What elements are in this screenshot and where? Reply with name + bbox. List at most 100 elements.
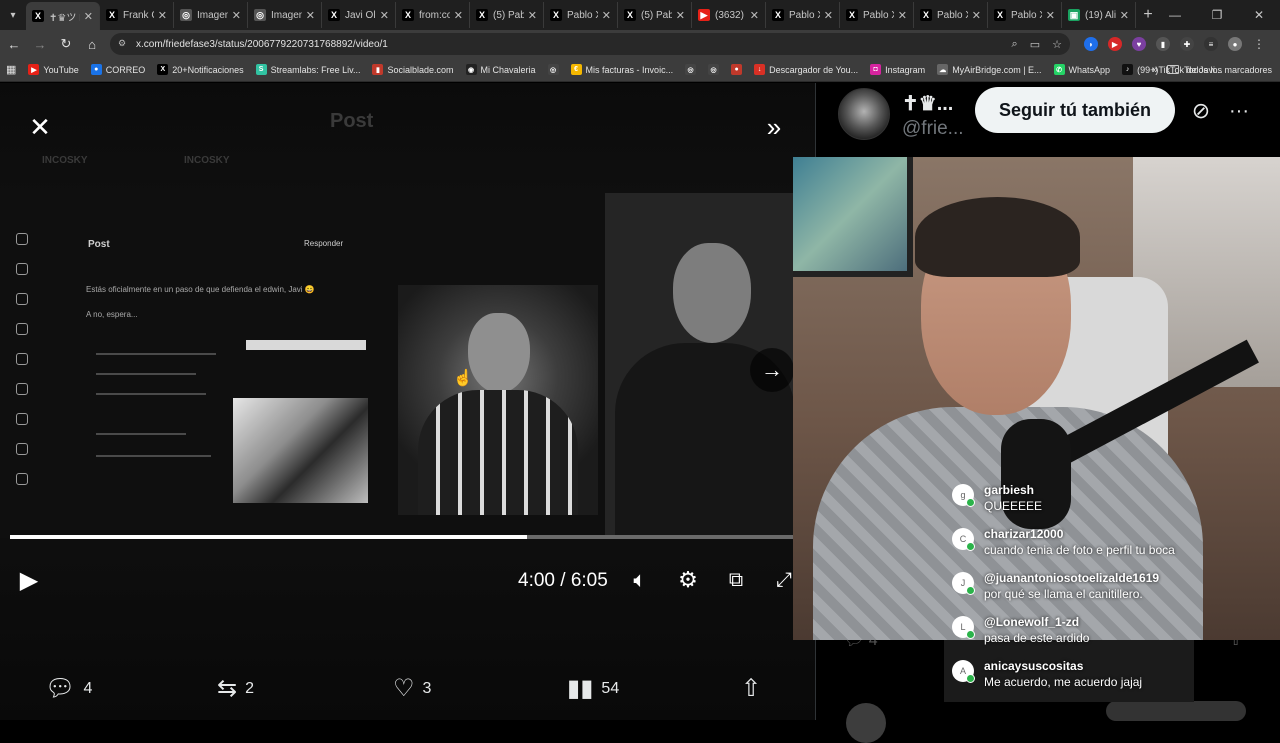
extension-1-icon[interactable]: ◗ xyxy=(1084,37,1098,51)
browser-tab[interactable]: ▶ (3632) ✕ xyxy=(692,2,766,28)
tab-close-icon[interactable]: ✕ xyxy=(1046,9,1055,22)
bookmark-item[interactable]: S Streamlabs: Free Liv... xyxy=(255,64,360,75)
home-icon[interactable]: ⌂ xyxy=(80,32,104,56)
bookmark-star-icon[interactable]: ☆ xyxy=(1052,38,1062,51)
like-count: 3 xyxy=(422,679,432,697)
reading-list-icon[interactable]: ≡ xyxy=(1204,37,1218,51)
tab-close-icon[interactable]: ✕ xyxy=(824,9,833,22)
extensions-puzzle-icon[interactable]: ✚ xyxy=(1180,37,1194,51)
volume-icon[interactable]: 🔈︎ xyxy=(625,566,655,594)
browser-tab[interactable]: X Pablo X ✕ xyxy=(914,2,988,28)
tab-close-icon[interactable]: ✕ xyxy=(380,9,389,22)
all-bookmarks-button[interactable]: Todos los marcadores xyxy=(1166,65,1272,75)
chat-message: L @Lonewolf_1-zd pasa de este ardido xyxy=(944,612,1194,652)
url-text: x.com/friedefase3/status/200677922073176… xyxy=(136,38,388,50)
close-media-button[interactable]: ✕ xyxy=(22,109,58,145)
zoom-icon[interactable]: ⌕ xyxy=(1012,38,1018,51)
play-icon[interactable]: ▶ xyxy=(14,565,44,595)
browser-tab[interactable]: X (5) Pab ✕ xyxy=(470,2,544,28)
ghost-brand-2: INCOSKY xyxy=(184,155,230,166)
profile-handle[interactable]: @frie... xyxy=(902,118,964,140)
reply-avatar[interactable] xyxy=(846,703,886,743)
avatar[interactable] xyxy=(838,88,890,140)
reply-button[interactable]: 💬︎ 4 xyxy=(45,674,92,703)
tab-close-icon[interactable]: ✕ xyxy=(972,9,981,22)
bookmark-item[interactable]: ● CORREO xyxy=(90,64,145,75)
bookmark-favicon-icon: ◎ xyxy=(547,64,559,75)
browser-tab[interactable]: X Pablo X ✕ xyxy=(766,2,840,28)
tab-search-icon[interactable]: ▾ xyxy=(0,0,26,30)
browser-tab[interactable]: ◎ Imagen ✕ xyxy=(174,2,248,28)
expand-panel-button[interactable]: » xyxy=(756,109,792,145)
site-info-icon[interactable]: ⚙ xyxy=(118,38,130,50)
bookmark-item[interactable]: ▶ YouTube xyxy=(28,64,79,75)
extension-3-icon[interactable]: ♥ xyxy=(1132,37,1146,51)
bookmark-item[interactable]: ◎ xyxy=(685,64,700,75)
browser-tab[interactable]: X Pablo X ✕ xyxy=(544,2,618,28)
video-text-line-2: A no, espera... xyxy=(86,310,138,319)
bookmark-item[interactable]: X 20+Notificaciones xyxy=(157,64,244,75)
profile-avatar-icon[interactable]: ● xyxy=(1228,37,1242,51)
next-media-button[interactable]: → xyxy=(750,348,794,392)
browser-tab[interactable]: X Frank C ✕ xyxy=(100,2,174,28)
cast-icon[interactable]: ▭ xyxy=(1030,38,1040,51)
browser-tab[interactable]: X ✝♛ツ F ✕ xyxy=(26,2,100,30)
like-button[interactable]: ♡ 3 xyxy=(393,674,431,703)
apps-grid-icon[interactable]: ▦ xyxy=(6,63,16,76)
address-bar[interactable]: ⚙ x.com/friedefase3/status/2006779220731… xyxy=(110,33,1070,55)
tab-label: Pablo X xyxy=(937,9,968,21)
close-window-icon[interactable]: ✕ xyxy=(1238,0,1280,30)
browser-tab[interactable]: X Pablo X ✕ xyxy=(840,2,914,28)
back-icon[interactable]: ← xyxy=(2,32,26,56)
bookmark-item[interactable]: ● xyxy=(731,64,746,75)
tab-close-icon[interactable]: ✕ xyxy=(454,9,463,22)
bookmark-item[interactable]: ◉ Mi Chavaleria xyxy=(465,64,536,75)
bookmark-item[interactable]: ☁ MyAirBridge.com | E... xyxy=(937,64,1042,75)
tab-close-icon[interactable]: ✕ xyxy=(84,10,93,23)
settings-gear-icon[interactable]: ⚙ xyxy=(674,566,702,594)
tab-close-icon[interactable]: ✕ xyxy=(898,9,907,22)
repost-button[interactable]: ⇆ 2 xyxy=(217,674,254,703)
restore-icon[interactable]: ❐ xyxy=(1196,0,1238,30)
tab-close-icon[interactable]: ✕ xyxy=(306,9,315,22)
reload-icon[interactable]: ↻ xyxy=(54,32,78,56)
browser-tab[interactable]: X (5) Pab ✕ xyxy=(618,2,692,28)
browser-menu-icon[interactable]: ⋮ xyxy=(1252,37,1266,51)
bookmark-label: 20+Notificaciones xyxy=(172,64,244,75)
tab-close-icon[interactable]: ✕ xyxy=(676,9,685,22)
browser-tab[interactable]: X Pablo X ✕ xyxy=(988,2,1062,28)
profile-name[interactable]: ✝♛... xyxy=(902,91,953,116)
bookmark-item[interactable]: € Mis facturas - Invoic... xyxy=(570,64,673,75)
browser-tab[interactable]: ▣ (19) Ali ✕ xyxy=(1062,2,1136,28)
extension-4-icon[interactable]: ▮ xyxy=(1156,37,1170,51)
share-button[interactable]: ⇧ xyxy=(741,674,769,703)
extension-2-icon[interactable]: ▶ xyxy=(1108,37,1122,51)
tab-close-icon[interactable]: ✕ xyxy=(750,9,759,22)
tab-close-icon[interactable]: ✕ xyxy=(602,9,611,22)
tab-close-icon[interactable]: ✕ xyxy=(1120,9,1129,22)
browser-tab[interactable]: X Javi Oli ✕ xyxy=(322,2,396,28)
reply-button-pill[interactable] xyxy=(1106,701,1246,721)
minimize-icon[interactable]: — xyxy=(1154,0,1196,30)
bookmark-item[interactable]: ▮ Socialblade.com xyxy=(372,64,454,75)
browser-tab[interactable]: ◎ Imagen ✕ xyxy=(248,2,322,28)
bookmark-item[interactable]: ✆ WhatsApp xyxy=(1053,64,1110,75)
bookmark-item[interactable]: ◎ xyxy=(547,64,563,75)
forward-icon[interactable]: → xyxy=(28,32,52,56)
views-button[interactable]: ▮▮ 54 xyxy=(567,674,619,703)
share-icon: ⇧ xyxy=(741,675,762,702)
tab-close-icon[interactable]: ✕ xyxy=(158,9,167,22)
bookmark-item[interactable]: ◎ xyxy=(708,64,723,75)
follow-button[interactable]: Seguir tú también xyxy=(975,87,1175,133)
bookmark-item[interactable]: ◘ Instagram xyxy=(870,64,925,75)
bookmark-item[interactable]: ↓ Descargador de You... xyxy=(754,64,858,75)
video-frame[interactable]: Post Responder Estás oficialmente en un … xyxy=(0,193,800,538)
video-progress-bar[interactable] xyxy=(10,535,793,539)
bookmarks-more-icon[interactable]: » xyxy=(1152,64,1158,76)
tab-close-icon[interactable]: ✕ xyxy=(232,9,241,22)
picture-in-picture-icon[interactable]: ⧉ xyxy=(722,566,750,594)
more-options-icon[interactable]: ··· xyxy=(1224,96,1254,126)
grok-icon[interactable]: ⊘ xyxy=(1186,96,1216,126)
browser-tab[interactable]: Xfrom:co ✕ xyxy=(396,2,470,28)
tab-close-icon[interactable]: ✕ xyxy=(528,9,537,22)
